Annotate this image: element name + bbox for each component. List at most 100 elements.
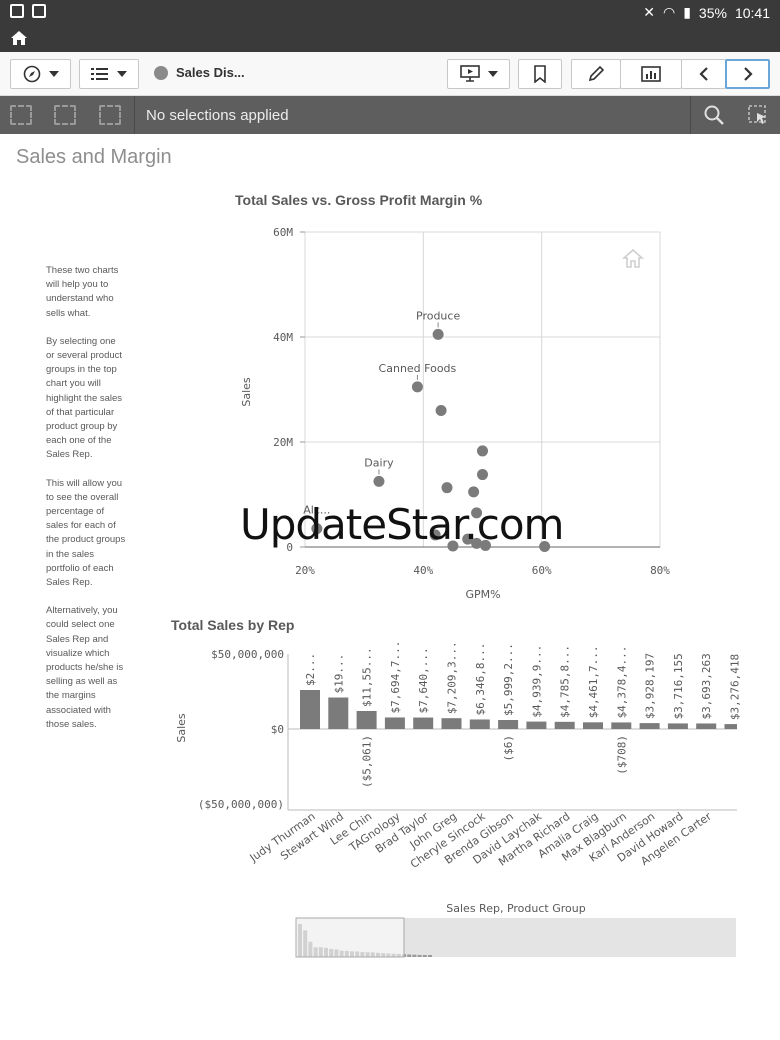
presentation-icon (459, 65, 480, 82)
y-tick-label: 60M (273, 226, 293, 239)
bar[interactable] (526, 721, 547, 729)
point-label: Produce (416, 309, 460, 322)
bar[interactable] (384, 717, 405, 729)
bookmark-button[interactable] (518, 59, 562, 89)
bar-value-label: $19... (332, 654, 345, 694)
sheet-list-button[interactable] (79, 59, 139, 89)
clear-selections-icon[interactable] (99, 105, 121, 125)
data-point[interactable] (432, 328, 444, 340)
bar-value-label: $3,716,155 (672, 653, 685, 719)
mini-bar (407, 954, 412, 957)
data-point[interactable] (411, 381, 423, 393)
data-point[interactable] (373, 475, 385, 487)
bar[interactable] (583, 722, 603, 729)
bar[interactable] (554, 721, 575, 729)
bar-value-label: $5,999,2... (502, 643, 515, 716)
chevron-down-icon (487, 71, 498, 77)
selection-tool-icon[interactable] (747, 104, 769, 126)
bar-value-label: $3,928,197 (644, 653, 657, 719)
bar[interactable] (441, 718, 462, 729)
bar[interactable] (300, 690, 320, 729)
page-title: Sales and Margin (16, 146, 172, 168)
x-tick-label: 40% (413, 564, 433, 577)
next-sheet-button[interactable] (725, 59, 770, 89)
previous-sheet-button[interactable] (681, 59, 726, 89)
bar[interactable] (696, 723, 717, 729)
pencil-icon (588, 65, 605, 82)
sheet-icon (154, 65, 168, 80)
scrollbar-thumb[interactable] (295, 917, 405, 958)
bar-value-label: $3,693,263 (700, 653, 713, 719)
y-axis-label: Sales (240, 377, 253, 407)
bar-value-label: $6,346,8... (474, 643, 487, 716)
bar[interactable] (356, 711, 377, 729)
chevron-right-icon (743, 67, 753, 81)
bar-negative-label: ($6) (502, 735, 515, 762)
data-point[interactable] (435, 405, 447, 416)
bar[interactable] (328, 697, 349, 730)
battery-level: 35% (698, 4, 727, 21)
bar[interactable] (413, 717, 434, 729)
chevron-down-icon (48, 71, 59, 77)
reset-zoom-home-icon[interactable] (621, 248, 645, 268)
chart-icon (641, 66, 661, 82)
description-paragraph: These two charts will help you to unders… (46, 265, 119, 319)
description-paragraph: This will allow you to see the overall p… (46, 477, 126, 589)
bar-value-label: $11,55... (361, 647, 374, 707)
scatter-chart[interactable]: Sales GPM% 20% 40% 60% 80%020M40M60M Produc… (230, 220, 680, 610)
bar[interactable] (469, 719, 490, 729)
bar-negative-label: ($5,061) (361, 735, 374, 788)
step-back-icon[interactable] (10, 105, 32, 125)
bar[interactable] (724, 724, 738, 729)
chevron-left-icon (698, 67, 708, 81)
description-paragraph: Alternatively, you could select one Sale… (46, 605, 124, 730)
bar[interactable] (611, 722, 632, 729)
sheet-title[interactable]: Sales Dis... (154, 65, 245, 80)
mini-bar (428, 955, 432, 957)
bar-value-label: $4,939,9... (530, 645, 543, 718)
selection-tools (690, 96, 780, 134)
home-icon[interactable] (10, 29, 28, 47)
bar-value-label: $2... (304, 653, 317, 686)
description-text: These two charts will help you to unders… (46, 264, 126, 746)
bar-value-label: $3,276,418 (729, 654, 742, 720)
bar[interactable] (498, 720, 519, 729)
search-icon[interactable] (703, 104, 725, 126)
watermark: UpdateStar.com (240, 500, 564, 549)
data-point[interactable] (477, 445, 488, 457)
selections-bar: No selections applied (0, 96, 780, 134)
selections-status: No selections applied (146, 107, 289, 124)
bar-value-label: $7,640,... (417, 647, 430, 713)
bar[interactable] (667, 723, 688, 729)
point-label: Canned Foods (379, 362, 457, 375)
toolbar: Sales Dis... (0, 52, 780, 96)
sheet-title-label: Sales Dis... (176, 65, 245, 80)
compass-icon (23, 65, 40, 83)
data-point[interactable] (468, 486, 480, 498)
gallery-icon (10, 4, 24, 18)
y-tick-label: $0 (271, 723, 284, 736)
bar[interactable] (639, 723, 660, 729)
mini-bar (422, 955, 427, 957)
y-tick-label: ($50,000,000) (198, 798, 284, 811)
bar-value-label: $7,209,3... (446, 641, 459, 714)
x-tick-label: 80% (650, 564, 670, 577)
step-forward-icon[interactable] (54, 105, 76, 125)
data-point[interactable] (441, 482, 453, 494)
status-bar: ✕ ◠ ▮ 35% 10:41 (0, 0, 780, 26)
navigation-menu-button[interactable] (10, 59, 71, 89)
bar-chart[interactable]: Sales $50,000,000$0($50,000,000) $2...Ju… (170, 640, 750, 970)
mini-chart-scrollbar[interactable] (295, 917, 736, 958)
x-tick-label: 20% (295, 564, 315, 577)
insights-button[interactable] (620, 59, 682, 89)
x-tick-label: 60% (532, 564, 552, 577)
present-button[interactable] (447, 59, 510, 89)
scrollbar-label: Sales Rep, Product Group (446, 902, 585, 915)
data-point[interactable] (477, 469, 488, 481)
app-bar (0, 26, 780, 52)
bar-value-label: $4,378,4... (615, 646, 628, 719)
clock: 10:41 (734, 4, 770, 21)
list-icon (91, 68, 108, 80)
bar-chart-title: Total Sales by Rep (171, 617, 295, 633)
edit-button[interactable] (571, 59, 621, 89)
